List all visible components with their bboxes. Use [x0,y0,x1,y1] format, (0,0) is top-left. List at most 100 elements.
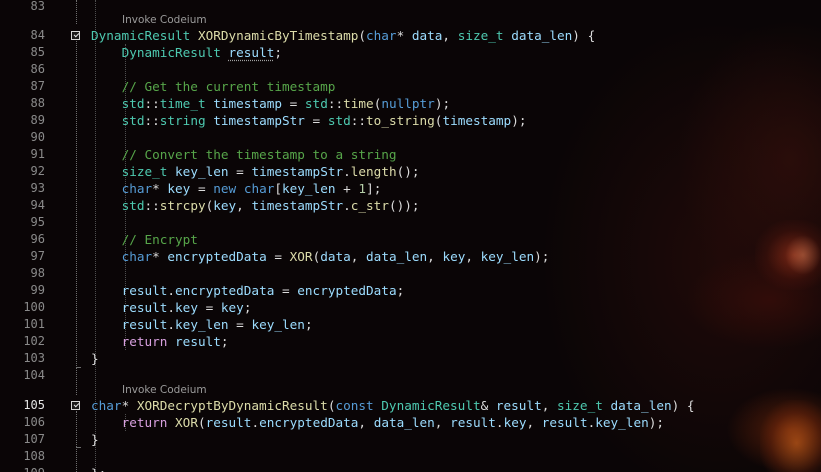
code-line[interactable]: result.key_len = key_len; [91,316,313,333]
code-line[interactable]: // Encrypt [91,231,198,248]
code-token: encryptedData [175,283,275,298]
code-line[interactable]: }; [91,465,106,472]
code-line[interactable]: result.key = key; [91,299,252,316]
code-token: result [121,283,168,298]
codelens-invoke-codeium[interactable]: Invoke Codeium [122,13,207,27]
code-line[interactable]: return XOR(result.encryptedData, data_le… [91,414,664,431]
line-number: 84 [30,28,45,42]
fold-region-line [76,0,78,24]
code-token: new [213,181,237,196]
code-token: ) { [572,28,596,43]
code-token: char [121,249,153,264]
code-token: timestampStr [213,113,305,128]
code-token: key [503,415,527,430]
code-token: size_t [557,398,603,413]
code-token: XOR [289,249,313,264]
code-token: ; [274,45,282,60]
code-token: XOR [175,415,198,430]
code-token: to_string [366,113,435,128]
code-token: . [167,317,176,332]
line-number: 106 [23,415,45,429]
code-token: key_len [175,317,229,332]
code-line[interactable]: } [91,350,99,367]
code-token: key [213,198,237,213]
code-token: :: [327,96,344,111]
line-number: 95 [30,215,45,229]
code-line[interactable]: char* key = new char[key_len + 1]; [91,180,382,197]
code-token: result [205,415,252,430]
code-token: // Get the current timestamp [121,79,336,94]
line-number: 99 [30,283,45,297]
code-line[interactable]: // Get the current timestamp [91,78,336,95]
code-token: = [190,181,214,196]
code-token: key [220,300,244,315]
code-line[interactable]: return result; [91,333,229,350]
line-number: 85 [30,45,45,59]
code-line[interactable]: char* XORDecryptByDynamicResult(const Dy… [91,397,695,414]
code-token: key_len [282,181,336,196]
code-line[interactable]: result.encryptedData = encryptedData; [91,282,405,299]
code-token: ); [534,249,550,264]
background-flame-glow [760,400,821,472]
code-line[interactable]: char* encryptedData = XOR(data, data_len… [91,248,550,265]
line-number: 92 [30,164,45,178]
code-token: c_str [350,198,389,213]
code-token: data_len [511,28,573,43]
code-token: . [167,283,176,298]
code-token: length [350,164,397,179]
code-line[interactable]: } [91,431,99,448]
line-number: 88 [30,96,45,110]
code-token: data [320,249,351,264]
code-token: . [343,164,351,179]
code-token: :: [144,96,160,111]
code-token: key_len [595,415,649,430]
code-token: :: [350,113,367,128]
code-token: . [495,415,504,430]
code-token: XORDecryptByDynamicResult [136,398,328,413]
line-number: 105 [23,398,45,412]
code-token: timestamp [213,96,282,111]
code-token: data [411,28,443,43]
code-line[interactable]: size_t key_len = timestampStr.length(); [91,163,420,180]
code-token: 1 [358,181,367,196]
code-line[interactable]: std::strcpy(key, timestampStr.c_str()); [91,197,420,214]
code-token: encryptedData [297,283,397,298]
code-line[interactable]: DynamicResult result; [91,44,282,61]
code-line[interactable]: // Convert the timestamp to a string [91,146,397,163]
code-token: const [335,398,374,413]
code-token: time_t [159,96,206,111]
code-token: size_t [121,164,168,179]
code-token: * [152,249,168,264]
code-token: = [304,113,328,128]
code-token: = [274,283,298,298]
code-token: encryptedData [259,415,359,430]
code-token: result [450,415,496,430]
code-token: strcpy [159,198,206,213]
code-token: DynamicResult [91,28,191,43]
fold-toggle-icon[interactable] [71,31,80,40]
code-line[interactable]: std::string timestampStr = std::to_strin… [91,112,527,129]
code-token: ; [396,283,405,298]
code-token: DynamicResult [381,398,481,413]
code-token: encryptedData [167,249,267,264]
code-token: = [228,164,252,179]
code-line[interactable]: std::time_t timestamp = std::time(nullpt… [91,95,451,112]
code-token: std [121,113,145,128]
fold-toggle-icon[interactable] [71,401,80,410]
code-editor[interactable]: 83 84 85 86 87 88 89 90 91 92 93 94 95 96 97 98 99 100 101… [0,0,821,472]
code-token: , [442,28,458,43]
code-line[interactable]: DynamicResult XORDynamicByTimestamp(char… [91,27,595,44]
code-token: nullptr [381,96,435,111]
codelens-invoke-codeium[interactable]: Invoke Codeium [122,383,207,397]
code-token: , [465,249,481,264]
